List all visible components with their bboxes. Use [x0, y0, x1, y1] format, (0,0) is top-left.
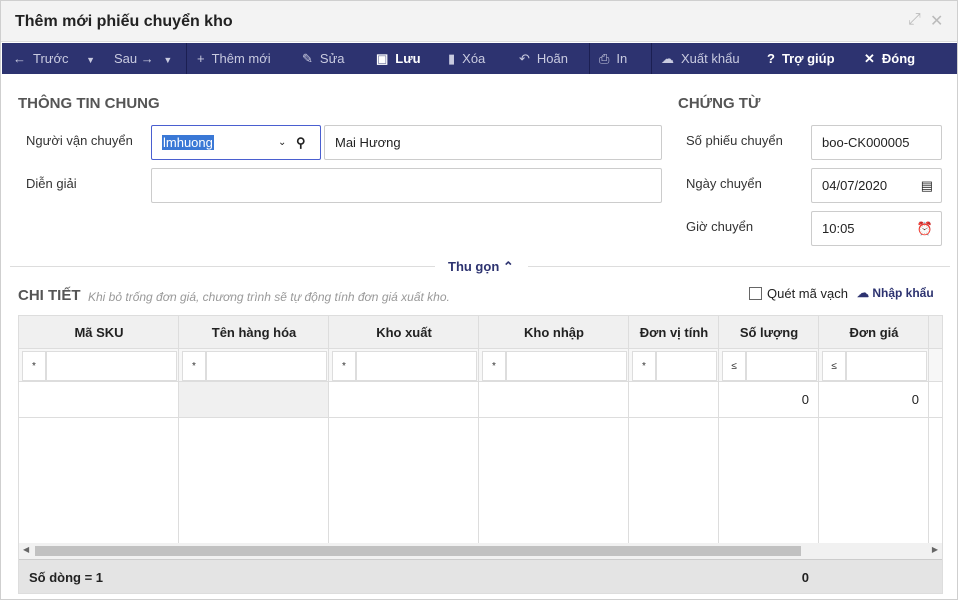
help-label: Trợ giúp — [781, 51, 835, 66]
time-label: Giờ chuyển — [686, 219, 754, 234]
dialog-title: Thêm mới phiếu chuyển kho — [15, 13, 233, 30]
close-label: Đóng — [881, 51, 916, 66]
cloud-upload-icon: ☁ — [857, 286, 869, 300]
carrier-code-value: lmhuong — [162, 135, 214, 150]
chevron-up-icon: ⌃ — [502, 259, 514, 274]
chevron-down-icon[interactable]: ⌄ — [278, 126, 286, 159]
voucher-section-title: CHỨNG TỪ — [678, 95, 761, 112]
close-icon: ✕ — [864, 51, 875, 66]
time-field[interactable]: 10:05 ⏰ — [811, 211, 942, 246]
help-button[interactable]: ? Trợ giúp — [767, 43, 835, 74]
description-field[interactable] — [151, 168, 662, 203]
detail-section-title: CHI TIẾT — [18, 287, 81, 304]
column-unit-price — [819, 316, 929, 543]
import-button[interactable]: ☁ Nhập khẩu — [857, 286, 934, 300]
barcode-checkbox[interactable]: Quét mã vạch — [749, 286, 848, 301]
divider — [589, 43, 590, 74]
checkbox-box[interactable] — [749, 287, 762, 300]
detail-grid: 0 ≤ Đơn giá 0 ≤ Số lượng * Đơn vị tính * Kho nhập… — [18, 315, 943, 594]
add-label: Thêm mới — [211, 51, 271, 66]
calendar-icon[interactable]: ▤ — [921, 169, 933, 202]
maximize-icon[interactable]: ⤢ — [908, 11, 921, 29]
column-extra — [929, 316, 942, 543]
scroll-right-icon[interactable]: ▶ — [932, 545, 938, 554]
delete-label: Xóa — [462, 51, 486, 66]
carrier-name-field[interactable]: Mai Hương — [324, 125, 662, 160]
scrollbar-thumb[interactable] — [35, 546, 801, 556]
import-label: Nhập khẩu — [872, 286, 934, 300]
add-button[interactable]: + Thêm mới — [197, 43, 271, 74]
date-label: Ngày chuyển — [686, 176, 762, 191]
save-button[interactable]: ▣ Lưu — [376, 43, 421, 74]
edit-label: Sửa — [319, 51, 345, 66]
undo-icon: ↶ — [519, 51, 530, 66]
horizontal-scrollbar[interactable]: ◀ ▶ — [19, 543, 942, 559]
floppy-icon: ▣ — [376, 51, 389, 66]
alarm-clock-icon[interactable]: ⏰ — [917, 212, 933, 245]
arrow-left-icon: ← — [13, 51, 26, 66]
carrier-label: Người vận chuyển — [26, 133, 133, 148]
divider — [528, 266, 950, 267]
print-button[interactable]: ⎙ In — [599, 43, 627, 74]
column-dest-warehouse — [479, 316, 629, 543]
chevron-down-icon[interactable]: ▼ — [163, 55, 172, 65]
chevron-down-icon[interactable]: ▼ — [86, 55, 95, 65]
general-section-title: THÔNG TIN CHUNG — [18, 95, 160, 112]
voucher-no-label: Số phiếu chuyển — [686, 133, 783, 148]
barcode-label: Quét mã vạch — [767, 286, 848, 301]
description-label: Diễn giải — [26, 176, 77, 191]
search-list-icon[interactable]: ⚲ — [296, 126, 306, 159]
divider — [651, 43, 652, 74]
divider — [10, 266, 435, 267]
prev-button[interactable]: ← Trước ▼ — [13, 43, 95, 74]
voucher-no-field[interactable]: boo-CK000005 — [811, 125, 942, 160]
toolbar: ← Trước ▼ Sau → ▼ + Thêm mới ✎ Sửa ▣ Lưu ▮ Xó… — [2, 43, 957, 74]
export-label: Xuất khẩu — [681, 51, 740, 66]
time-value: 10:05 — [822, 221, 855, 236]
pencil-icon: ✎ — [302, 51, 313, 66]
undo-button[interactable]: ↶ Hoãn — [519, 43, 568, 74]
close-window-icon[interactable]: ✕ — [930, 11, 943, 31]
undo-label: Hoãn — [536, 51, 568, 66]
save-label: Lưu — [395, 51, 421, 66]
plus-icon: + — [197, 51, 205, 66]
scroll-left-icon[interactable]: ◀ — [23, 545, 29, 554]
delete-button[interactable]: ▮ Xóa — [448, 43, 485, 74]
divider — [186, 43, 187, 74]
dialog-window: Thêm mới phiếu chuyển kho ⤢ ✕ ← Trước ▼ S… — [0, 0, 958, 600]
grid-footer: Số dòng = 1 0 — [19, 559, 942, 593]
prev-label: Trước — [33, 51, 69, 66]
export-button[interactable]: ☁ Xuất khẩu — [661, 43, 740, 74]
collapse-label: Thu gọn — [448, 259, 500, 274]
next-label: Sau — [114, 51, 138, 66]
total-quantity: 0 — [801, 570, 809, 585]
printer-icon: ⎙ — [599, 51, 610, 66]
column-product-name — [179, 316, 329, 543]
date-field[interactable]: 04/07/2020 ▤ — [811, 168, 942, 203]
detail-hint: Khi bỏ trống đơn giá, chương trình sẽ tự… — [88, 290, 450, 304]
print-label: In — [616, 51, 628, 66]
column-unit — [629, 316, 719, 543]
arrow-right-icon: → — [140, 51, 154, 66]
help-icon: ? — [767, 51, 775, 66]
close-button[interactable]: ✕ Đóng — [864, 43, 915, 74]
carrier-code-combo[interactable]: lmhuong ⌄ ⚲ — [151, 125, 321, 160]
next-button[interactable]: Sau → ▼ — [114, 43, 172, 74]
column-quantity — [719, 316, 819, 543]
edit-button[interactable]: ✎ Sửa — [302, 43, 345, 74]
title-bar: Thêm mới phiếu chuyển kho ⤢ ✕ — [1, 1, 957, 42]
date-value: 04/07/2020 — [822, 178, 888, 193]
cloud-download-icon: ☁ — [661, 51, 674, 66]
collapse-toggle[interactable]: Thu gọn ⌃ — [448, 259, 514, 275]
column-source-warehouse — [329, 316, 479, 543]
trash-icon: ▮ — [448, 51, 456, 66]
row-count: Số dòng = 1 — [29, 570, 104, 585]
column-sku — [19, 316, 179, 543]
